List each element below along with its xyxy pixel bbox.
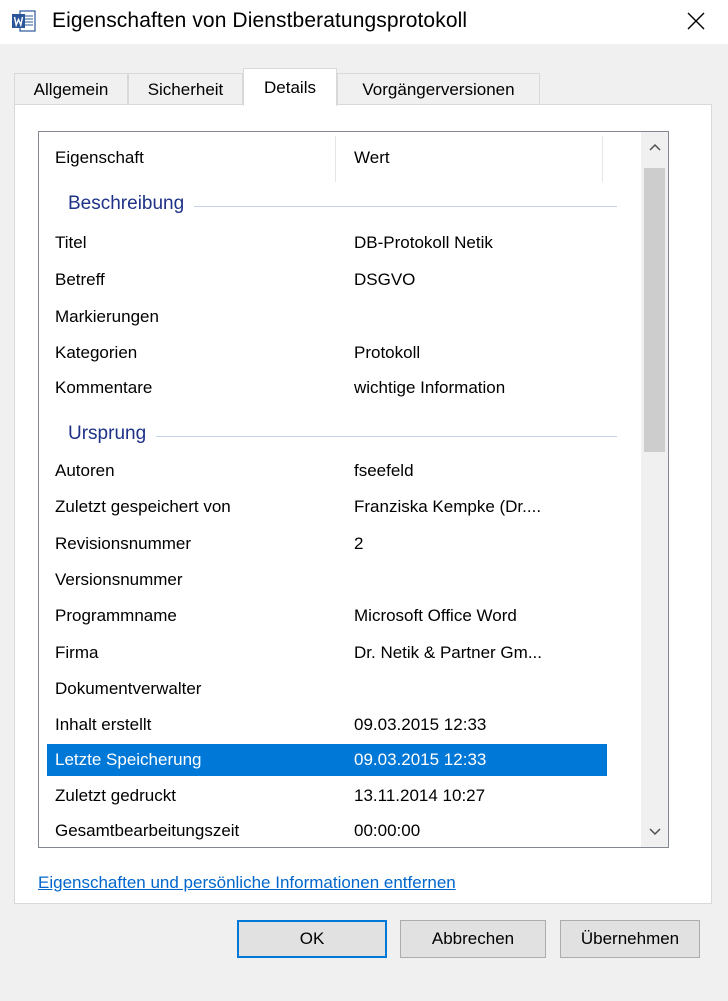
- property-name: Kommentare: [55, 378, 153, 397]
- list-item[interactable]: Versionsnummer: [47, 564, 607, 596]
- property-name: Titel: [55, 233, 87, 252]
- column-header-value[interactable]: Wert: [354, 148, 390, 168]
- list-item[interactable]: Betreff DSGVO: [47, 264, 607, 296]
- apply-button[interactable]: Übernehmen: [560, 920, 700, 958]
- chevron-down-icon: [648, 828, 661, 836]
- group-title: Beschreibung: [68, 193, 195, 215]
- property-value: Protokoll: [354, 343, 421, 362]
- chevron-up-icon: [648, 143, 661, 151]
- list-item[interactable]: Dokumentverwalter: [47, 673, 607, 705]
- property-value: 13.11.2014 10:27: [354, 786, 486, 805]
- list-item[interactable]: Gesamtbearbeitungszeit 00:00:00: [47, 815, 607, 847]
- tab-sicherheit[interactable]: Sicherheit: [128, 73, 243, 105]
- list-item[interactable]: Titel DB-Protokoll Netik: [47, 227, 607, 259]
- list-item[interactable]: Revisionsnummer 2: [47, 528, 607, 560]
- property-value: 09.03.2015 12:33: [354, 750, 487, 769]
- scrollbar-thumb[interactable]: [644, 168, 665, 452]
- property-name: Inhalt erstellt: [55, 715, 152, 734]
- property-name: Dokumentverwalter: [55, 679, 202, 698]
- property-name: Autoren: [55, 461, 115, 480]
- list-item-selected[interactable]: Letzte Speicherung 09.03.2015 12:33: [47, 744, 607, 776]
- window-title: Eigenschaften von Dienstberatungsprotoko…: [52, 9, 468, 32]
- word-document-icon: [12, 10, 36, 32]
- list-item[interactable]: Markierungen: [47, 301, 607, 333]
- list-item[interactable]: Kommentare wichtige Information: [47, 372, 607, 404]
- title-bar: Eigenschaften von Dienstberatungsprotoko…: [0, 0, 728, 44]
- property-name: Versionsnummer: [55, 570, 183, 589]
- property-value: Franziska Kempke (Dr....: [354, 497, 542, 516]
- property-name: Programmname: [55, 606, 177, 625]
- list-item[interactable]: Inhalt erstellt 09.03.2015 12:33: [47, 709, 607, 741]
- remove-properties-link[interactable]: Eigenschaften und persönliche Informatio…: [38, 873, 456, 893]
- property-name: Betreff: [55, 270, 105, 289]
- cancel-button[interactable]: Abbrechen: [400, 920, 546, 958]
- close-icon: [687, 12, 705, 30]
- list-header: Eigenschaft Wert: [39, 132, 641, 188]
- scroll-up-button[interactable]: [641, 132, 668, 162]
- list-item[interactable]: Firma Dr. Netik & Partner Gm...: [47, 637, 607, 669]
- property-value: Dr. Netik & Partner Gm...: [354, 643, 542, 662]
- vertical-scrollbar[interactable]: [641, 132, 668, 847]
- group-title: Ursprung: [68, 423, 157, 445]
- property-value: DB-Protokoll Netik: [354, 233, 493, 252]
- property-value: 09.03.2015 12:33: [354, 715, 487, 734]
- property-value: fseefeld: [354, 461, 414, 480]
- property-value: Microsoft Office Word: [354, 606, 517, 625]
- tab-details[interactable]: Details: [243, 68, 337, 106]
- property-name: Revisionsnummer: [55, 534, 192, 553]
- list-item[interactable]: Programmname Microsoft Office Word: [47, 600, 607, 632]
- list-item[interactable]: Zuletzt gespeichert von Franziska Kempke…: [47, 491, 607, 523]
- property-name: Markierungen: [55, 307, 159, 326]
- property-name: Kategorien: [55, 343, 138, 362]
- column-separator[interactable]: [335, 136, 336, 182]
- scroll-down-button[interactable]: [641, 817, 668, 847]
- property-value: wichtige Information: [354, 378, 506, 397]
- column-header-property[interactable]: Eigenschaft: [55, 148, 144, 168]
- property-value: 2: [354, 534, 364, 553]
- property-name: Letzte Speicherung: [55, 750, 202, 769]
- group-header-origin[interactable]: Ursprung: [47, 418, 617, 450]
- tab-vorgaengerversionen[interactable]: Vorgängerversionen: [337, 73, 540, 105]
- list-item[interactable]: Zuletzt gedruckt 13.11.2014 10:27: [47, 780, 607, 812]
- property-name: Gesamtbearbeitungszeit: [55, 821, 240, 840]
- ok-button[interactable]: OK: [237, 920, 387, 958]
- group-header-description[interactable]: Beschreibung: [47, 188, 617, 220]
- property-list[interactable]: Eigenschaft Wert Beschreibung Titel DB-P…: [38, 131, 669, 848]
- list-item[interactable]: Autoren fseefeld: [47, 455, 607, 487]
- property-name: Zuletzt gespeichert von: [55, 497, 231, 516]
- close-button[interactable]: [676, 2, 716, 40]
- list-item[interactable]: Kategorien Protokoll: [47, 337, 607, 369]
- column-separator[interactable]: [602, 136, 603, 182]
- property-name: Zuletzt gedruckt: [55, 786, 176, 805]
- tab-allgemein[interactable]: Allgemein: [14, 73, 128, 105]
- property-name: Firma: [55, 643, 99, 662]
- property-value: 00:00:00: [354, 821, 421, 840]
- property-value: DSGVO: [354, 270, 416, 289]
